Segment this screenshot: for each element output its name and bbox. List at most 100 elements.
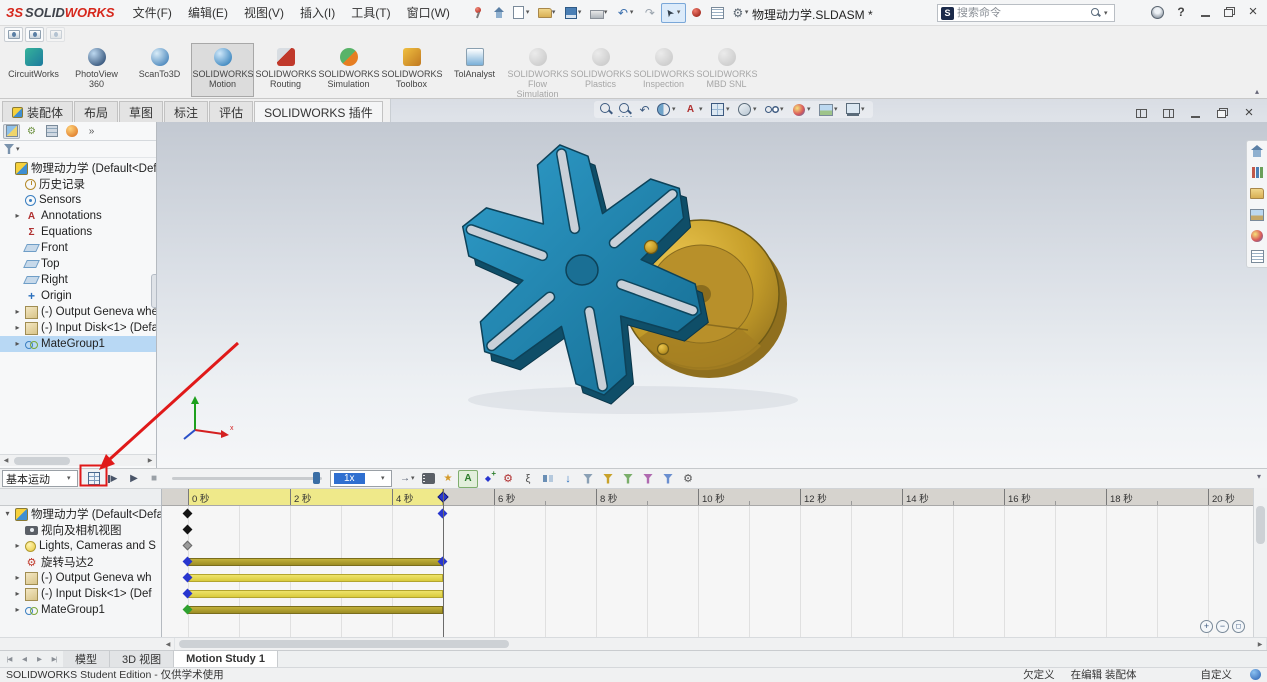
timeline-bar[interactable] (188, 558, 443, 566)
scroll-thumb[interactable] (179, 640, 509, 648)
tab-nav-icon[interactable] (2, 653, 16, 666)
hud-button[interactable] (656, 102, 679, 117)
motion-tool-button[interactable] (518, 470, 538, 488)
addin-button[interactable]: SOLIDWORKS MBD SNL (695, 43, 758, 97)
motion-tree-item[interactable]: 视向及相机视图 (0, 522, 161, 538)
tab-nav-icon[interactable] (32, 653, 46, 666)
addin-button[interactable]: SOLIDWORKS Simulation (317, 43, 380, 97)
motion-tool-button[interactable] (618, 470, 638, 488)
document-tab[interactable]: 模型 (63, 651, 110, 667)
command-tab[interactable]: 评估 (209, 101, 253, 122)
timeline-row[interactable] (162, 586, 1253, 602)
timeline-vertical-scrollbar[interactable] (1253, 488, 1267, 637)
task-pane-icon[interactable] (1250, 166, 1264, 179)
expand-arrow-icon[interactable] (13, 308, 22, 316)
hud-button[interactable] (599, 102, 614, 117)
playback-speed-combo[interactable]: 1x (330, 470, 392, 487)
motion-tool-button[interactable] (538, 470, 558, 488)
task-pane-icon[interactable] (1250, 187, 1264, 200)
tree-item[interactable]: Sensors (0, 192, 156, 208)
expand-arrow-icon[interactable] (13, 590, 22, 598)
expand-arrow-icon[interactable] (13, 340, 22, 348)
command-tab[interactable]: SOLIDWORKS 插件 (254, 101, 383, 122)
study-type-combo[interactable]: 基本运动 (2, 470, 78, 487)
capture-button[interactable] (4, 27, 23, 42)
assembly-model[interactable] (443, 138, 835, 424)
expand-arrow-icon[interactable] (3, 510, 12, 518)
lower-pin[interactable] (658, 344, 669, 355)
hud-button[interactable] (737, 102, 760, 117)
timeline-bar[interactable] (188, 590, 443, 598)
addin-button[interactable]: TolAnalyst (443, 43, 506, 97)
toolbar-button[interactable] (510, 3, 535, 23)
motion-tool-button[interactable] (458, 470, 478, 488)
hud-button[interactable] (618, 102, 633, 117)
tree-item[interactable]: 物理动力学 (Default<Default (0, 160, 156, 176)
feature-manager-tab[interactable] (3, 124, 20, 139)
timeline-bar[interactable] (188, 606, 443, 614)
slider-thumb[interactable] (313, 472, 320, 484)
toolbar-button[interactable] (536, 3, 561, 23)
command-tab[interactable]: 草图 (119, 101, 163, 122)
motion-tool-button[interactable] (658, 470, 678, 488)
feature-manager-tab[interactable] (43, 124, 60, 139)
document-tab[interactable]: 3D 视图 (110, 651, 174, 667)
command-search[interactable]: S (937, 4, 1115, 22)
tree-item[interactable]: Front (0, 240, 156, 256)
task-pane-icon[interactable] (1250, 250, 1264, 263)
expand-arrow-icon[interactable] (13, 606, 22, 614)
toolbar-button[interactable] (687, 3, 707, 23)
motion-tree-item[interactable]: 旋转马达2 (0, 554, 161, 570)
addin-button[interactable]: SOLIDWORKS Routing (254, 43, 317, 97)
hud-button[interactable] (818, 102, 841, 117)
feature-manager-tab[interactable] (63, 124, 80, 139)
hud-button[interactable] (845, 102, 868, 117)
motion-tree-item[interactable]: 物理动力学 (Default<Defa (0, 506, 161, 522)
tree-item[interactable]: Right (0, 272, 156, 288)
command-tab[interactable]: 标注 (164, 101, 208, 122)
menu-item[interactable]: 工具(T) (343, 0, 398, 25)
hud-button[interactable] (791, 102, 814, 117)
toolbar-button[interactable] (562, 3, 587, 23)
timeline-zoom-button[interactable] (1200, 620, 1213, 633)
timeline-canvas[interactable]: 0 秒 2 秒 4 秒 6 秒 8 秒 10 秒 12 秒 14 秒 16 秒 (162, 489, 1253, 637)
motion-tool-button[interactable] (438, 470, 458, 488)
hud-button[interactable] (683, 102, 706, 117)
crank-pin[interactable] (645, 241, 658, 254)
timeline-row[interactable] (162, 522, 1253, 538)
addin-button[interactable]: SOLIDWORKS Motion (191, 43, 254, 97)
toolbar-button[interactable] (468, 3, 488, 23)
addin-button[interactable]: ScanTo3D (128, 43, 191, 97)
filter-icon[interactable] (4, 144, 14, 154)
menu-item[interactable]: 窗口(W) (399, 0, 458, 25)
expand-arrow-icon[interactable] (13, 574, 22, 582)
scroll-thumb[interactable] (1256, 506, 1265, 544)
addin-button[interactable]: CircuitWorks (2, 43, 65, 97)
search-caret-icon[interactable] (1104, 10, 1111, 17)
search-input[interactable] (957, 7, 1088, 19)
filter-caret-icon[interactable] (16, 146, 23, 153)
hud-button[interactable] (637, 102, 652, 117)
motion-tree-item[interactable]: (-) Input Disk<1> (Def (0, 586, 161, 602)
tree-item[interactable]: (-) Input Disk<1> (Defaul (0, 320, 156, 336)
timeline-ruler[interactable]: 0 秒 2 秒 4 秒 6 秒 8 秒 10 秒 12 秒 14 秒 16 秒 (162, 489, 1253, 506)
timeline-row[interactable] (162, 570, 1253, 586)
expand-arrow-icon[interactable] (13, 324, 22, 332)
hud-button[interactable] (710, 102, 733, 117)
motionbar-collapse-icon[interactable]: ▾ (1257, 472, 1261, 481)
timeline-zoom-button[interactable] (1232, 620, 1245, 633)
motion-tool-button[interactable] (558, 470, 578, 488)
viewport-window-button[interactable] (1131, 103, 1151, 123)
titlebar-control-button[interactable] (1219, 2, 1239, 22)
titlebar-control-button[interactable] (1171, 2, 1191, 22)
tree-item[interactable]: MateGroup1 (0, 336, 156, 352)
addin-button[interactable]: SOLIDWORKS Inspection (632, 43, 695, 97)
viewport-window-button[interactable] (1239, 103, 1259, 123)
playback-position-slider[interactable] (172, 477, 322, 480)
search-scope-icon[interactable]: S (941, 7, 954, 20)
tree-item[interactable]: Origin (0, 288, 156, 304)
tree-item[interactable]: Top (0, 256, 156, 272)
addin-button[interactable]: PhotoView 360 (65, 43, 128, 97)
feature-manager-tab[interactable] (83, 124, 100, 139)
search-icon[interactable] (1091, 8, 1101, 18)
